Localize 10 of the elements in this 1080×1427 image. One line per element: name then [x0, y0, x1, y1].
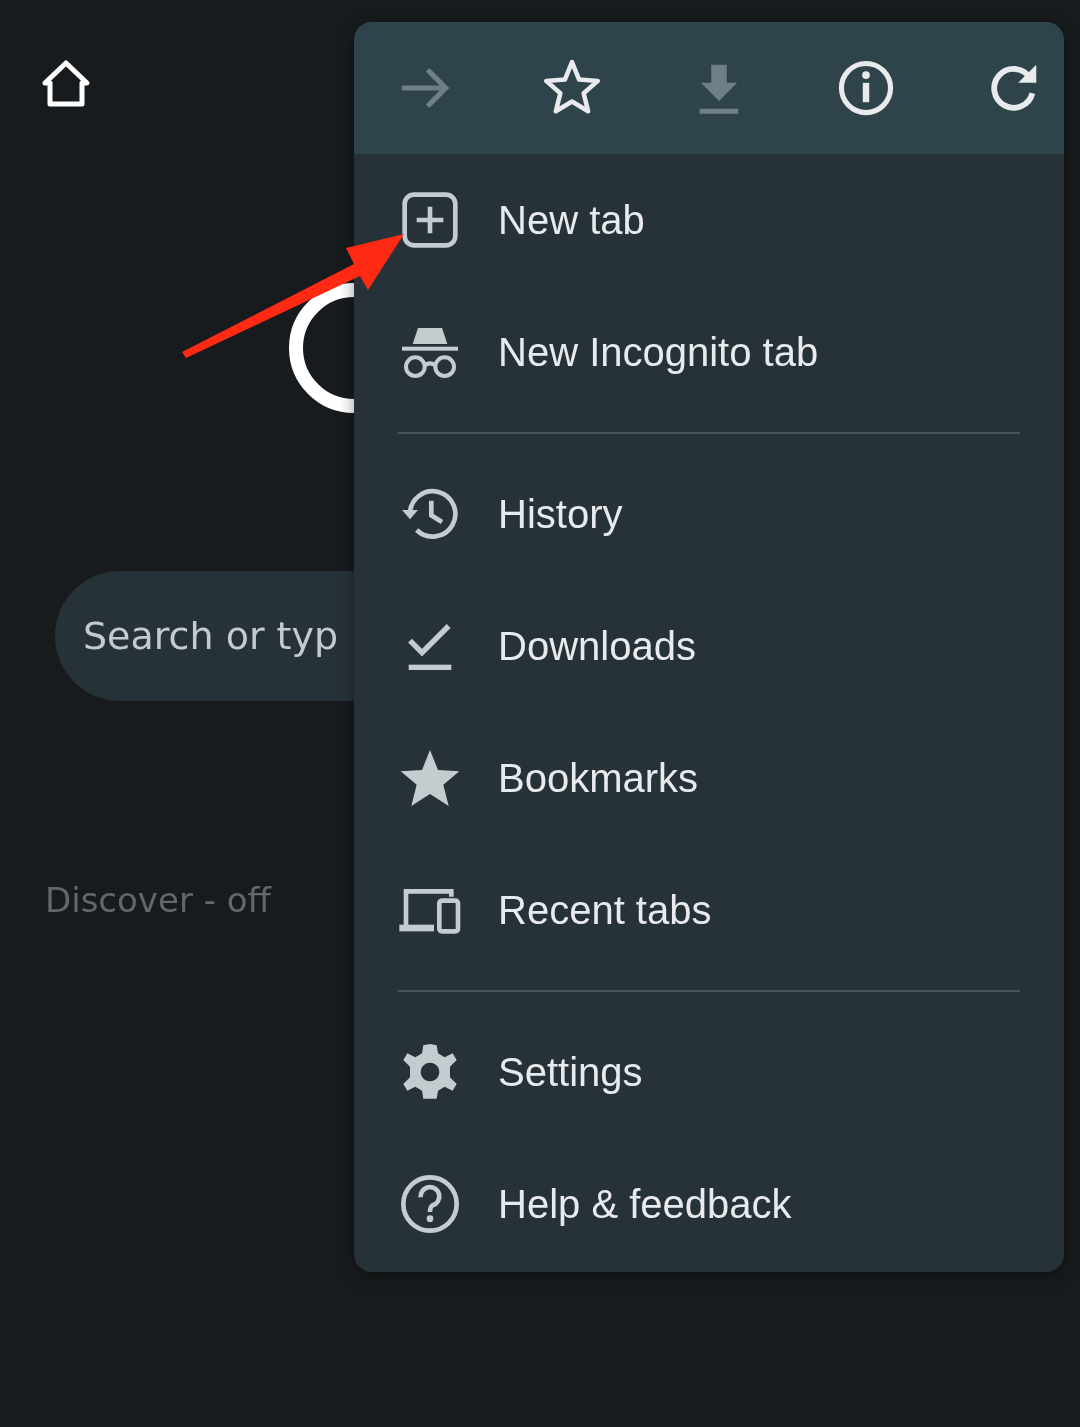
menu-item[interactable]: New tab: [354, 154, 1064, 286]
menu-item[interactable]: Recent tabs: [354, 844, 1064, 976]
logo-icon: [286, 283, 356, 413]
help-icon: [398, 1172, 462, 1236]
home-icon[interactable]: [40, 58, 92, 110]
menu-item[interactable]: New Incognito tab: [354, 286, 1064, 418]
menu-item[interactable]: Help & feedback: [354, 1138, 1064, 1270]
discover-label: Discover - off: [45, 880, 271, 920]
menu-item[interactable]: Bookmarks: [354, 712, 1064, 844]
menu-item[interactable]: Settings: [354, 1006, 1064, 1138]
